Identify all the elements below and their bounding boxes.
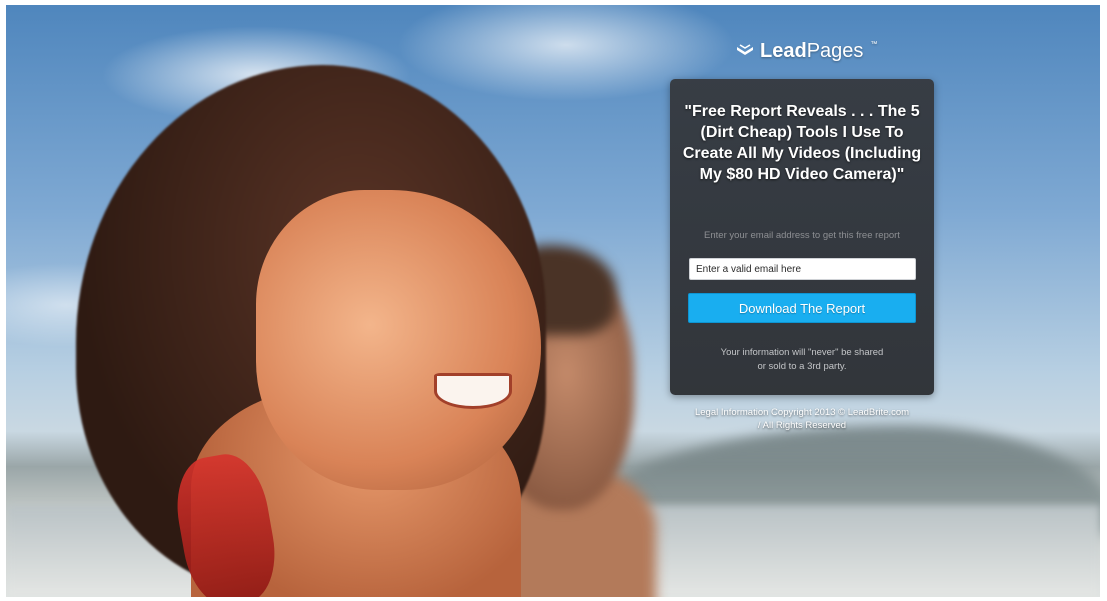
copyright-text: Copyright 2013 © LeadBrite.com: [771, 407, 910, 418]
leadpages-logo-icon: [737, 44, 753, 55]
optin-headline: "Free Report Reveals . . . The 5 (Dirt C…: [682, 103, 922, 183]
brand-name-light: Pages: [806, 39, 864, 62]
optin-prompt: Enter your email address to get this fre…: [704, 230, 900, 241]
all-rights-reserved-text: / All Rights Reserved: [757, 420, 847, 431]
email-field[interactable]: [689, 258, 916, 280]
privacy-line-2: or sold to a 3rd party.: [757, 361, 847, 372]
brand-trademark: ™: [870, 40, 878, 48]
download-report-button[interactable]: Download The Report: [688, 293, 916, 323]
privacy-line-1: Your information will "never" be shared: [720, 347, 884, 358]
brand-name-bold: Lead: [760, 39, 807, 62]
landing-page: [6, 5, 1100, 597]
privacy-notice: Your information will "never" be shared …: [670, 346, 934, 374]
legal-information-link[interactable]: Legal Information: [695, 407, 768, 418]
optin-card: "Free Report Reveals . . . The 5 (Dirt C…: [670, 79, 934, 395]
hero-background-photo: [6, 5, 1100, 597]
footer: Legal Information Copyright 2013 © LeadB…: [668, 406, 936, 432]
photo-woman-smile: [434, 373, 512, 409]
brand-logo: Lead Pages ™: [736, 39, 877, 63]
